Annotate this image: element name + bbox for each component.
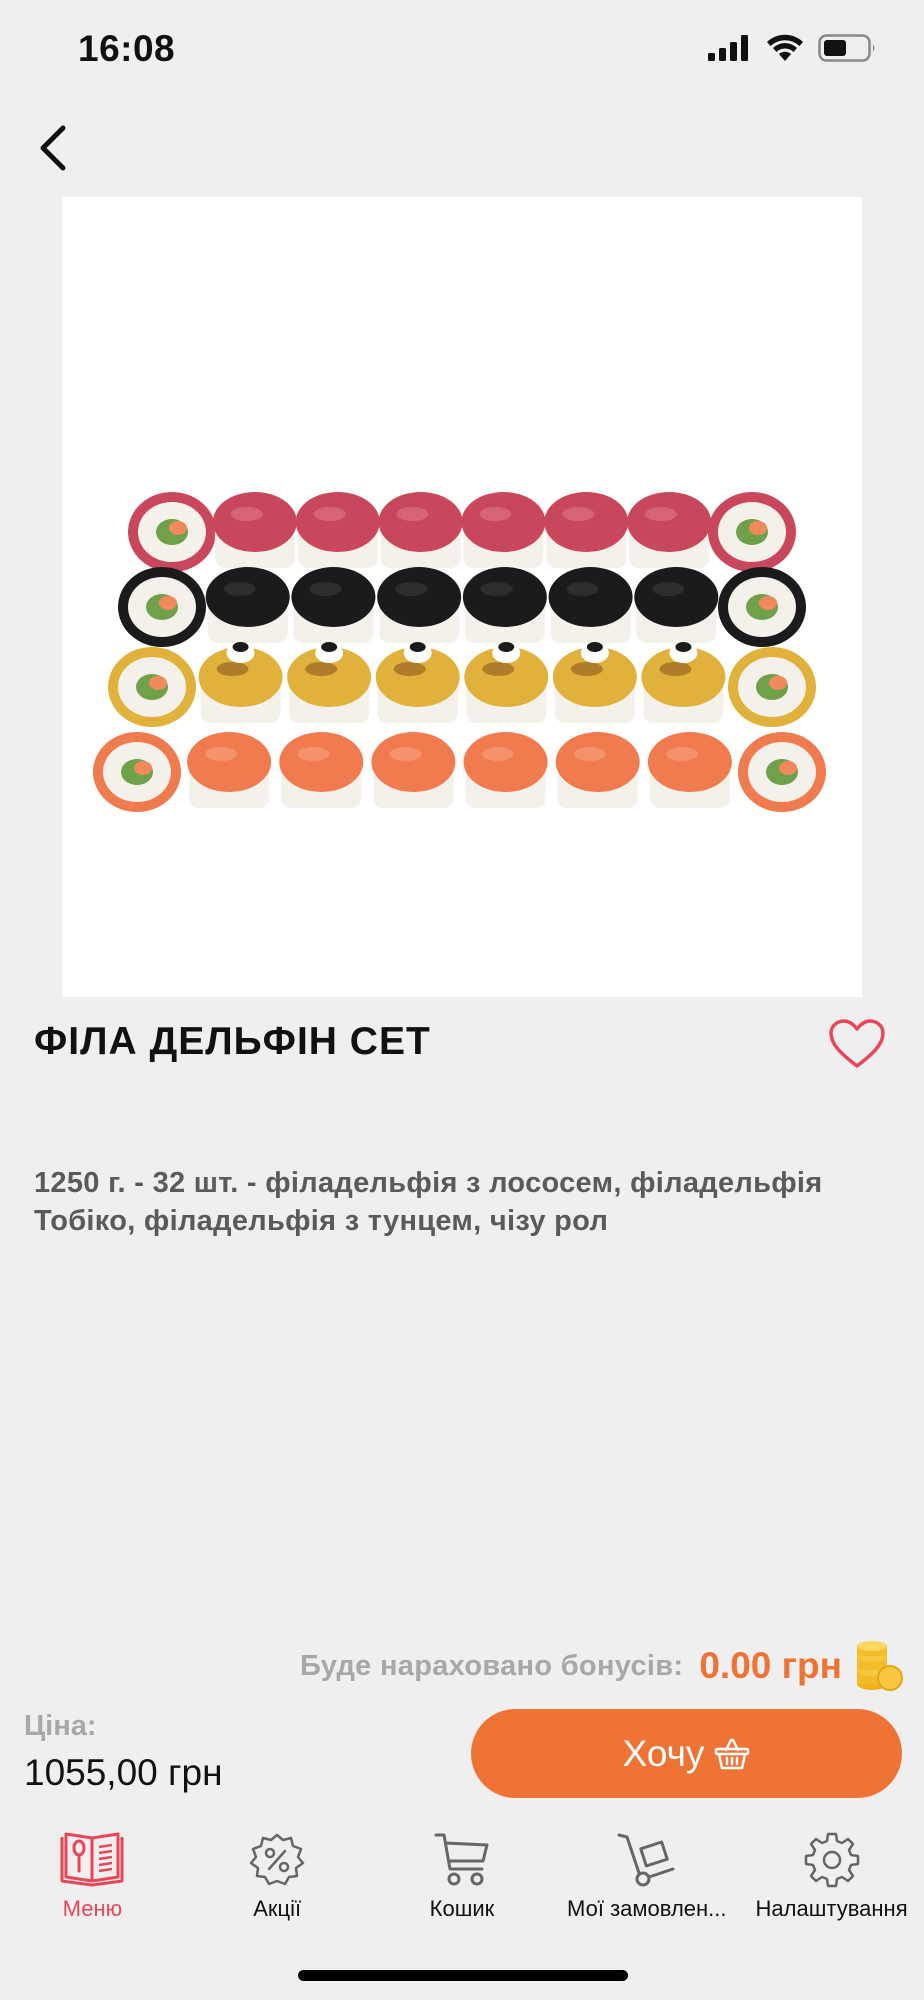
status-bar: 16:08 [0,0,924,100]
tab-label: Мої замовлен... [567,1896,727,1921]
tab-promotions[interactable]: Акції [185,1820,370,1930]
tab-menu[interactable]: Меню [0,1820,185,1930]
hand-truck-icon [617,1833,675,1887]
bonus-value: 0.00 грн [699,1645,842,1686]
tab-label: Акції [253,1896,302,1921]
basket-icon [715,1738,750,1769]
product-title: ФІЛА ДЕЛЬФІН СЕТ [34,1020,431,1063]
tab-label: Меню [62,1896,123,1921]
percent-badge-icon [249,1833,305,1886]
cart-icon [434,1833,489,1886]
favorite-button[interactable] [828,1018,886,1070]
gear-icon [804,1832,859,1888]
tab-label: Налаштування [755,1896,908,1921]
tab-my-orders[interactable]: Мої замовлен... [554,1820,739,1930]
coins-icon [857,1641,903,1691]
back-button[interactable] [24,118,80,178]
product-image [62,197,862,997]
wifi-icon [767,34,803,61]
battery-icon [818,34,875,62]
status-time: 16:08 [78,28,176,69]
tab-label: Кошик [429,1896,495,1921]
bonus-row: Буде нараховано бонусів: 0.00 грн [300,1640,904,1692]
menu-book-icon [60,1832,124,1887]
home-indicator [298,1970,628,1981]
signal-icon [708,35,748,61]
tab-settings[interactable]: Налаштування [739,1820,924,1930]
tab-cart[interactable]: Кошик [370,1820,555,1930]
bonus-label: Буде нараховано бонусів: [299,1649,684,1682]
add-to-cart-button[interactable]: Хочу [471,1709,902,1798]
price-label: Ціна: [24,1710,97,1742]
chevron-left-icon [40,125,66,171]
add-to-cart-label: Хочу [622,1732,705,1774]
price-value: 1055,00 грн [24,1752,223,1793]
status-icons [708,34,878,62]
heart-icon [829,1019,885,1068]
product-description: 1250 г. - 32 шт. - філадельфія з лососем… [34,1167,823,1237]
tab-bar: Меню Акції Кошик Мої замовлен... Налашту… [0,1820,924,1930]
